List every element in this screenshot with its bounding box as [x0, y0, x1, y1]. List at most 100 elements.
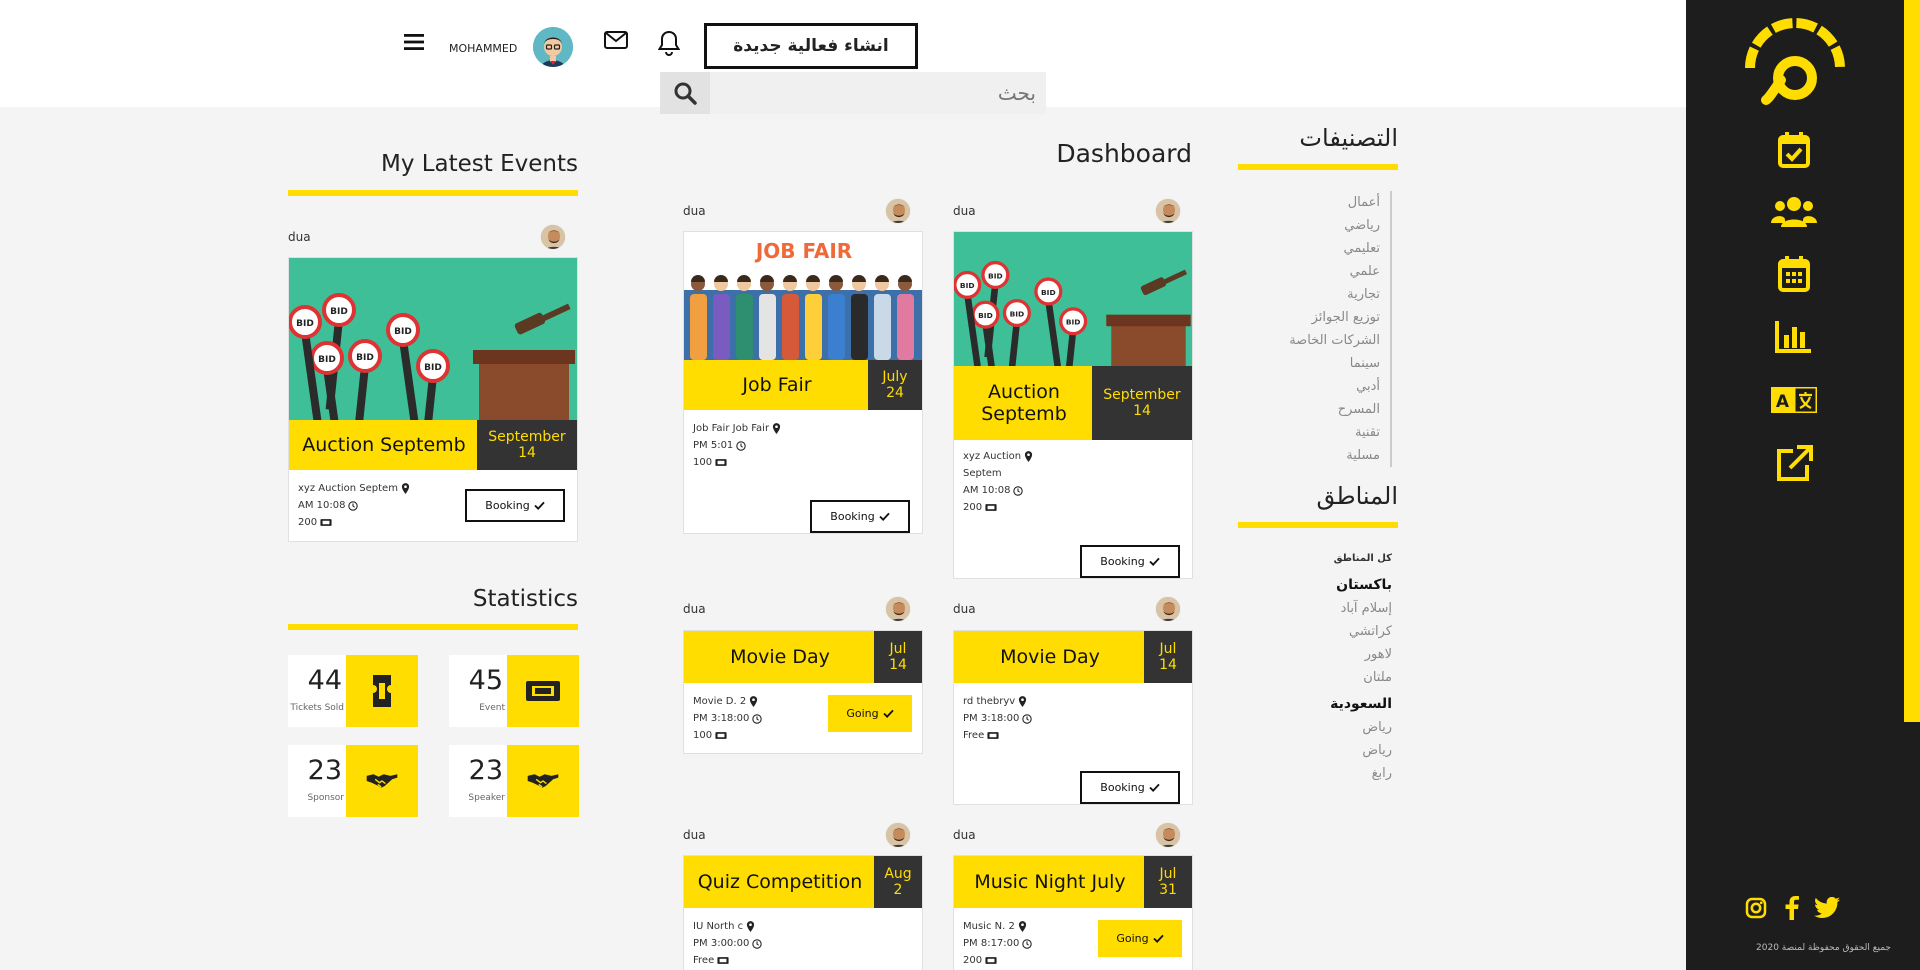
- region-country[interactable]: باكستان: [1330, 574, 1392, 597]
- event-card-job-fair[interactable]: JOB FAIR Job Fair July 24 Job Fair Job Fa…: [683, 231, 923, 534]
- event-user-avatar[interactable]: [1155, 596, 1181, 622]
- category-item[interactable]: أعمال: [1289, 191, 1380, 214]
- handshake-icon: [346, 745, 418, 817]
- category-item[interactable]: سينما: [1289, 352, 1380, 375]
- calendar-grid-icon[interactable]: [1770, 250, 1818, 298]
- svg-text:BID: BID: [424, 363, 442, 373]
- region-city[interactable]: رياض: [1330, 739, 1392, 762]
- ticket-icon: [985, 956, 997, 965]
- category-item[interactable]: المسرح: [1289, 398, 1380, 421]
- region-city[interactable]: لاهور: [1330, 643, 1392, 666]
- event-user-row: dua: [288, 222, 578, 250]
- stat-label: Speaker: [468, 793, 505, 803]
- stat-label: Tickets Sold: [290, 703, 344, 713]
- event-user-avatar[interactable]: [1155, 822, 1181, 848]
- stat-value: 23: [468, 755, 503, 786]
- category-item[interactable]: رياضي: [1289, 214, 1380, 237]
- clock-icon: [752, 939, 762, 949]
- event-user-avatar[interactable]: [885, 198, 911, 224]
- event-info: Movie D. 2 PM 3:18:00 100: [693, 693, 762, 744]
- category-item[interactable]: مسلية: [1289, 444, 1380, 467]
- region-city[interactable]: إسلام آباد: [1330, 597, 1392, 620]
- event-user-name: dua: [288, 230, 311, 244]
- event-card-movie-day[interactable]: Movie Day Jul 14 rd thebryv PM 3:18:00 Fr…: [953, 630, 1193, 805]
- search-input[interactable]: [714, 72, 1036, 114]
- event-user-row: dua: [683, 594, 923, 622]
- event-time: PM 3:18:00: [963, 713, 1020, 724]
- event-time: PM 3:18:00: [693, 713, 750, 724]
- categories-list: أعمال رياضي تعليمي علمي تجارية توزيع الج…: [1289, 191, 1392, 467]
- mail-icon[interactable]: [604, 31, 628, 53]
- event-time: AM 10:08: [298, 500, 346, 511]
- bar-chart-icon[interactable]: [1770, 312, 1818, 360]
- menu-icon[interactable]: [404, 33, 424, 55]
- create-event-button[interactable]: انشاء فعالية جديدة: [704, 23, 918, 69]
- logo[interactable]: [1736, 18, 1854, 108]
- twitter-icon[interactable]: [1812, 893, 1842, 923]
- booking-button[interactable]: Booking: [810, 500, 910, 533]
- category-item[interactable]: تجارية: [1289, 283, 1380, 306]
- region-country[interactable]: السعودية: [1330, 693, 1392, 716]
- svg-text:BID: BID: [318, 355, 336, 365]
- event-title: Job Fair: [684, 360, 870, 410]
- instagram-icon[interactable]: [1741, 893, 1771, 923]
- latest-event-card[interactable]: BID BID BID BID BID BID Auction Septemb Septe…: [288, 257, 578, 542]
- job-fair-image: JOB FAIR: [684, 232, 922, 360]
- event-card-movie-day[interactable]: Movie Day Jul 14 Movie D. 2 PM 3:18:00 10…: [683, 630, 923, 754]
- event-title-line1: Auction: [988, 381, 1060, 403]
- event-location: Movie D. 2: [693, 696, 747, 707]
- event-user-avatar[interactable]: [885, 822, 911, 848]
- event-user-avatar[interactable]: [885, 596, 911, 622]
- facebook-icon[interactable]: [1777, 893, 1807, 923]
- category-item[interactable]: توزيع الجوائز: [1289, 306, 1380, 329]
- region-city[interactable]: رابغ: [1330, 762, 1392, 785]
- event-date-badge: Jul 14: [1144, 631, 1192, 683]
- booking-label: Booking: [1100, 781, 1145, 794]
- booking-button[interactable]: Booking: [465, 489, 565, 522]
- users-icon[interactable]: [1770, 188, 1818, 236]
- region-city[interactable]: ملتان: [1330, 666, 1392, 689]
- event-user-avatar[interactable]: [540, 224, 566, 250]
- event-date-day: 14: [1159, 657, 1177, 673]
- category-item[interactable]: تقنية: [1289, 421, 1380, 444]
- event-card-auction[interactable]: BID BID BID BID BID BID Auction Septemb Septem…: [953, 231, 1193, 579]
- event-location-cont: Septem: [963, 468, 1002, 479]
- going-button[interactable]: Going: [828, 695, 912, 732]
- username[interactable]: MOHAMMED: [449, 42, 517, 55]
- category-item[interactable]: أدبي: [1289, 375, 1380, 398]
- category-item[interactable]: الشركات الخاصة: [1289, 329, 1380, 352]
- region-city[interactable]: كراتشي: [1330, 620, 1392, 643]
- region-all[interactable]: كل المناطق: [1330, 547, 1392, 570]
- event-card-music-night[interactable]: Music Night July Jul 31 Music N. 2 PM 8:1…: [953, 855, 1193, 970]
- location-pin-icon: [772, 423, 781, 434]
- category-item[interactable]: تعليمي: [1289, 237, 1380, 260]
- external-link-icon[interactable]: [1770, 440, 1818, 488]
- search-button[interactable]: [660, 72, 710, 114]
- avatar[interactable]: [533, 27, 573, 67]
- event-price: 200: [298, 517, 318, 528]
- sidebar: A جميع الحقوق محفوظة لمنصة 2020: [1686, 0, 1920, 970]
- category-item[interactable]: علمي: [1289, 260, 1380, 283]
- event-date-day: 14: [889, 657, 907, 673]
- event-card-quiz[interactable]: Quiz Competition Aug 2 IU North c PM 3:00…: [683, 855, 923, 970]
- bell-icon[interactable]: [657, 30, 681, 60]
- region-city[interactable]: رياض: [1330, 716, 1392, 739]
- going-button[interactable]: Going: [1098, 920, 1182, 957]
- calendar-check-icon[interactable]: [1770, 126, 1818, 174]
- clock-icon: [1022, 714, 1032, 724]
- event-location: Music N. 2: [963, 921, 1015, 932]
- translate-icon[interactable]: A: [1770, 376, 1818, 424]
- event-user-avatar[interactable]: [1155, 198, 1181, 224]
- event-date-day: 31: [1159, 882, 1177, 898]
- booking-button[interactable]: Booking: [1080, 545, 1180, 578]
- svg-text:BID: BID: [1010, 309, 1025, 318]
- event-location: IU North c: [693, 921, 744, 932]
- booking-button[interactable]: Booking: [1080, 771, 1180, 804]
- event-date-month: September: [488, 429, 566, 445]
- stat-value: 45: [468, 665, 503, 696]
- event-info: xyz Auction Septem AM 10:08 200: [298, 480, 410, 531]
- event-location: xyz Auction: [963, 451, 1022, 462]
- stat-label: Sponsor: [307, 793, 344, 803]
- event-date-badge: Aug 2: [874, 856, 922, 908]
- event-info: Music N. 2 PM 8:17:00 200: [963, 918, 1032, 969]
